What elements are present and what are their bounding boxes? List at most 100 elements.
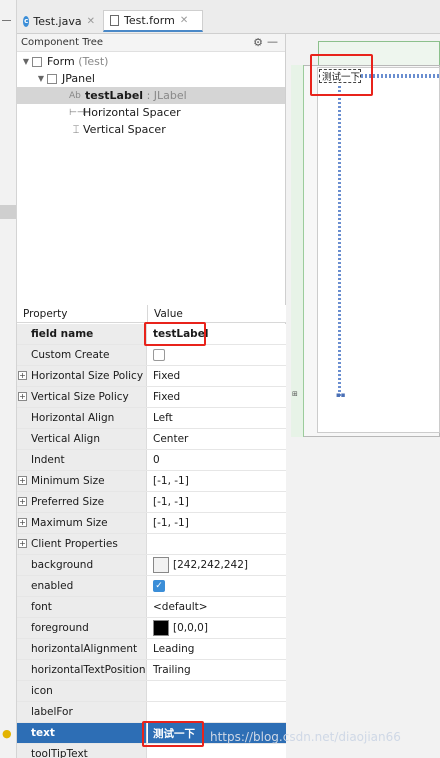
property-row-minimum-size[interactable]: Minimum Size + [-1, -1]: [17, 471, 286, 492]
property-name: Vertical Align: [17, 429, 147, 449]
property-name: icon: [17, 681, 147, 701]
property-row-preferred-size[interactable]: Preferred Size + [-1, -1]: [17, 492, 286, 513]
vertical-spacer-icon: ⌶: [72, 122, 80, 136]
property-row-indent[interactable]: Indent 0: [17, 450, 286, 471]
property-row-horizontal-align[interactable]: Horizontal Align Left: [17, 408, 286, 429]
expand-icon[interactable]: +: [18, 476, 27, 485]
tree-item-vertical-spacer[interactable]: ⌶ Vertical Spacer: [69, 121, 166, 138]
tree-item-label: testLabel: [85, 89, 144, 102]
watermark: https://blog.csdn.net/diaojian66: [210, 730, 401, 744]
close-icon[interactable]: ✕: [180, 15, 188, 26]
gear-icon[interactable]: ⚙: [253, 36, 263, 49]
tree-item-horizontal-spacer[interactable]: ⊢⊣ Horizontal Spacer: [69, 104, 181, 121]
foreground-color-swatch[interactable]: [153, 620, 169, 636]
class-icon: c: [23, 15, 30, 27]
property-name: font: [17, 597, 147, 617]
property-value[interactable]: Fixed: [148, 366, 286, 386]
property-name: Horizontal Size Policy: [17, 366, 147, 386]
editor-tab-bar: c Test.java ✕ Test.form ✕: [17, 0, 440, 34]
property-row-vertical-size-policy[interactable]: Vertical Size Policy + Fixed: [17, 387, 286, 408]
enabled-checkbox[interactable]: ✓: [153, 580, 165, 592]
property-name: foreground: [17, 618, 147, 638]
property-column-header[interactable]: Property: [23, 308, 67, 320]
foreground-value: [0,0,0]: [173, 622, 208, 634]
property-value[interactable]: Center: [148, 429, 286, 449]
tree-item-jpanel[interactable]: ▼ JPanel: [35, 70, 95, 87]
property-value[interactable]: ✓: [148, 576, 286, 596]
chevron-down-icon[interactable]: ▼: [20, 57, 32, 66]
property-row-client-properties[interactable]: Client Properties +: [17, 534, 286, 555]
component-tree-title: Component Tree: [21, 37, 104, 48]
property-value[interactable]: [148, 534, 286, 554]
property-value[interactable]: [242,242,242]: [148, 555, 286, 575]
property-value[interactable]: [148, 702, 286, 722]
component-tree-panel: Component Tree ⚙ — ▼ Form (Test) ▼ JPane…: [17, 34, 286, 305]
custom-create-checkbox[interactable]: [153, 349, 165, 361]
property-value[interactable]: [148, 681, 286, 701]
lightbulb-icon[interactable]: ●: [2, 727, 12, 740]
tree-item-form[interactable]: ▼ Form (Test): [20, 53, 109, 70]
background-color-swatch[interactable]: [153, 557, 169, 573]
property-value[interactable]: Trailing: [148, 660, 286, 680]
property-name: toolTipText: [17, 744, 147, 758]
tree-item-label: Vertical Spacer: [83, 123, 166, 136]
property-row-horizontal-text-position[interactable]: horizontalTextPosition Trailing: [17, 660, 286, 681]
property-inspector: Property Value field name testLabel Cust…: [17, 305, 286, 758]
collapse-icon[interactable]: [2, 20, 11, 21]
property-name: Maximum Size: [17, 513, 147, 533]
property-value[interactable]: <default>: [148, 597, 286, 617]
expand-icon[interactable]: +: [18, 539, 27, 548]
property-value[interactable]: [148, 345, 286, 365]
property-value[interactable]: 0: [148, 450, 286, 470]
property-value[interactable]: Left: [148, 408, 286, 428]
property-row-icon[interactable]: icon: [17, 681, 286, 702]
property-row-horizontal-alignment[interactable]: horizontalAlignment Leading: [17, 639, 286, 660]
property-name: horizontalTextPosition: [17, 660, 147, 680]
tab-label: Test.form: [124, 14, 175, 27]
tree-item-suffix: : JLabel: [146, 89, 187, 102]
property-row-foreground[interactable]: foreground [0,0,0]: [17, 618, 286, 639]
tab-label: Test.java: [33, 14, 82, 28]
property-row-enabled[interactable]: enabled ✓: [17, 576, 286, 597]
property-row-custom-create[interactable]: Custom Create: [17, 345, 286, 366]
jpanel-preview[interactable]: [317, 67, 440, 433]
property-name: Client Properties: [17, 534, 147, 554]
horizontal-spacer-icon: ⊢⊣: [69, 107, 85, 118]
property-row-maximum-size[interactable]: Maximum Size + [-1, -1]: [17, 513, 286, 534]
panel-node-icon: [47, 73, 57, 84]
tree-item-testlabel[interactable]: Ab testLabel : JLabel: [17, 87, 285, 104]
left-gutter: ●: [0, 0, 17, 758]
value-column-header[interactable]: Value: [154, 308, 183, 320]
label-node-icon: Ab: [69, 90, 81, 101]
property-value[interactable]: [-1, -1]: [148, 471, 286, 491]
property-value[interactable]: [0,0,0]: [148, 618, 286, 638]
property-value[interactable]: Leading: [148, 639, 286, 659]
chevron-down-icon[interactable]: ▼: [35, 74, 47, 83]
property-row-horizontal-size-policy[interactable]: Horizontal Size Policy + Fixed: [17, 366, 286, 387]
property-value[interactable]: [-1, -1]: [148, 513, 286, 533]
property-value[interactable]: Fixed: [148, 387, 286, 407]
property-value[interactable]: [-1, -1]: [148, 492, 286, 512]
tree-item-label: Horizontal Spacer: [83, 106, 181, 119]
minimize-icon[interactable]: —: [267, 35, 278, 48]
tab-test-form[interactable]: Test.form ✕: [103, 10, 203, 32]
component-tree-header: Component Tree ⚙ —: [17, 34, 285, 52]
expand-icon[interactable]: +: [18, 518, 27, 527]
gutter-selection-marker: [0, 205, 16, 219]
vertical-spacer-preview[interactable]: [338, 86, 341, 396]
background-value: [242,242,242]: [173, 559, 248, 571]
property-row-vertical-align[interactable]: Vertical Align Center: [17, 429, 286, 450]
close-icon[interactable]: ✕: [87, 16, 95, 27]
tree-item-suffix: (Test): [78, 55, 109, 68]
expand-icon[interactable]: +: [18, 371, 27, 380]
tab-test-java[interactable]: c Test.java ✕: [17, 10, 101, 32]
property-name: horizontalAlignment: [17, 639, 147, 659]
property-name: text: [17, 723, 147, 743]
expand-icon[interactable]: +: [18, 392, 27, 401]
property-row-background[interactable]: background [242,242,242]: [17, 555, 286, 576]
property-row-font[interactable]: font <default>: [17, 597, 286, 618]
expand-icon[interactable]: +: [18, 497, 27, 506]
property-name: enabled: [17, 576, 147, 596]
property-row-label-for[interactable]: labelFor: [17, 702, 286, 723]
field-name-highlight-box: [144, 322, 206, 346]
